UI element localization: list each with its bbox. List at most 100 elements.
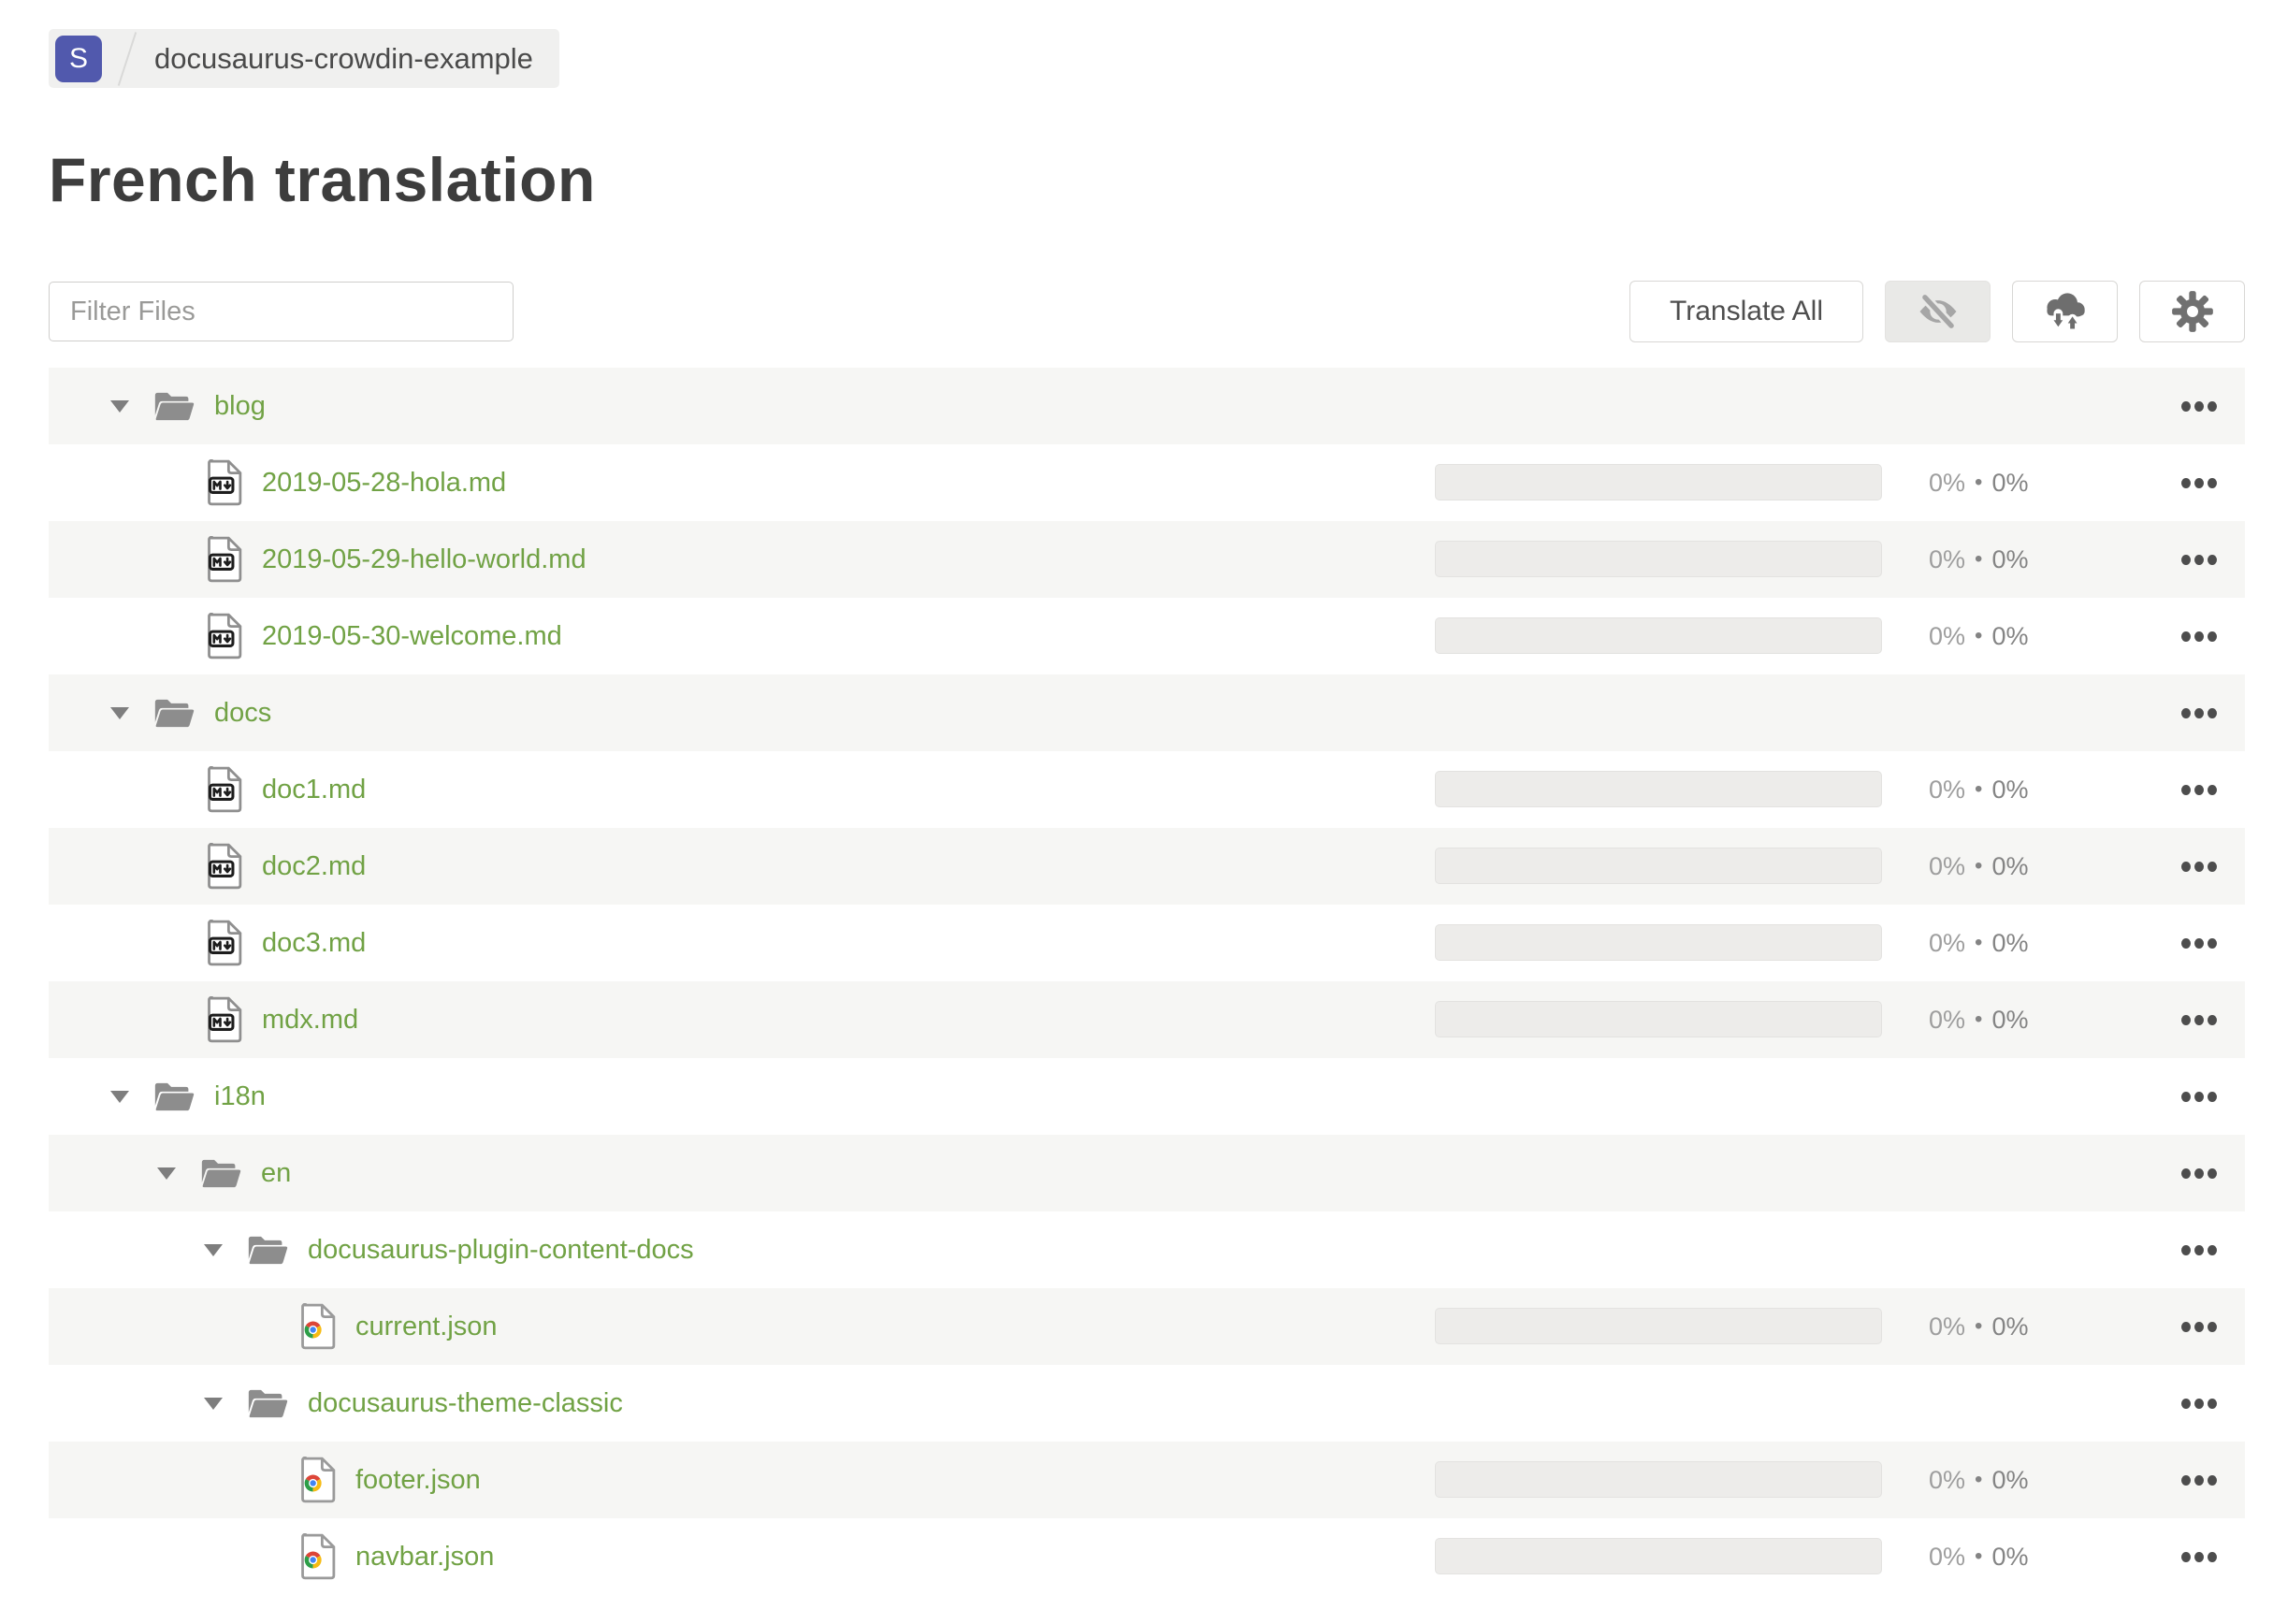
file-tree: blog 2019-05-28-hola.md 0% • 0% 2019-05-29-he…	[49, 368, 2245, 1595]
project-avatar-badge[interactable]: S	[55, 35, 102, 82]
dot	[2208, 1321, 2217, 1332]
row-actions-button[interactable]	[2181, 1365, 2217, 1442]
hide-completed-button[interactable]	[1885, 281, 1991, 342]
row-actions-button[interactable]	[2181, 598, 2217, 674]
file-row-name-group: mdx.md	[206, 981, 358, 1058]
dot	[2208, 1091, 2217, 1102]
dot	[2194, 937, 2204, 949]
row-actions-button[interactable]	[2181, 981, 2217, 1058]
folder-name-link[interactable]: docs	[214, 698, 271, 729]
dot	[2194, 1091, 2204, 1102]
translation-progress-bar	[1435, 848, 1882, 884]
progress-percentages: 0% • 0%	[1929, 1288, 2028, 1365]
json-file-icon	[299, 1533, 336, 1580]
dot	[2194, 1551, 2204, 1562]
row-actions-button[interactable]	[2181, 368, 2217, 444]
progress-percentages: 0% • 0%	[1929, 828, 2028, 905]
approved-percent: 0%	[1991, 1465, 2029, 1494]
progress-percentages: 0% • 0%	[1929, 598, 2028, 674]
folder-name-link[interactable]: docusaurus-plugin-content-docs	[308, 1235, 694, 1266]
expander-triangle-icon[interactable]	[157, 1167, 176, 1180]
tree-row: mdx.md 0% • 0%	[49, 981, 2245, 1058]
file-row-name-group: navbar.json	[299, 1518, 494, 1595]
ellipsis-icon	[2181, 400, 2217, 412]
folder-name-link[interactable]: i18n	[214, 1081, 266, 1112]
percent-separator: •	[1975, 1467, 1983, 1492]
markdown-file-icon	[206, 766, 242, 813]
breadcrumb-project-name[interactable]: docusaurus-crowdin-example	[154, 42, 533, 76]
folder-icon	[153, 696, 195, 731]
row-actions-button[interactable]	[2181, 1211, 2217, 1288]
progress-percentages: 0% • 0%	[1929, 1442, 2028, 1518]
file-name-link[interactable]: doc3.md	[262, 928, 366, 959]
file-name-link[interactable]: current.json	[355, 1312, 498, 1342]
file-row-name-group: current.json	[299, 1288, 498, 1365]
file-name-link[interactable]: 2019-05-30-welcome.md	[262, 621, 562, 652]
dot	[2208, 861, 2217, 872]
dot	[2208, 1167, 2217, 1179]
row-actions-button[interactable]	[2181, 674, 2217, 751]
dot	[2194, 1244, 2204, 1255]
translation-progress-bar	[1435, 541, 1882, 577]
page-title: French translation	[49, 145, 596, 214]
tree-row: i18n	[49, 1058, 2245, 1135]
translated-percent: 0%	[1929, 775, 1966, 804]
row-actions-button[interactable]	[2181, 828, 2217, 905]
markdown-file-icon	[206, 613, 242, 660]
file-name-link[interactable]: navbar.json	[355, 1542, 494, 1573]
file-name-link[interactable]: footer.json	[355, 1465, 481, 1496]
settings-button[interactable]	[2139, 281, 2245, 342]
row-actions-button[interactable]	[2181, 1135, 2217, 1211]
ellipsis-icon	[2181, 1551, 2217, 1562]
dot	[2181, 554, 2191, 565]
expander-triangle-icon[interactable]	[110, 1090, 129, 1103]
row-actions-button[interactable]	[2181, 521, 2217, 598]
row-actions-button[interactable]	[2181, 1058, 2217, 1135]
sync-files-button[interactable]	[2012, 281, 2118, 342]
translation-progress-bar	[1435, 1001, 1882, 1037]
file-name-link[interactable]: doc2.md	[262, 851, 366, 882]
row-actions-button[interactable]	[2181, 1518, 2217, 1595]
filter-files-input[interactable]	[49, 282, 514, 341]
toolbar: Translate All	[49, 281, 2245, 342]
dot	[2194, 1474, 2204, 1486]
file-row-name-group: doc3.md	[206, 905, 366, 981]
folder-icon	[153, 389, 195, 424]
file-name-link[interactable]: mdx.md	[262, 1005, 358, 1036]
row-actions-button[interactable]	[2181, 905, 2217, 981]
translated-percent: 0%	[1929, 1465, 1966, 1494]
markdown-file-icon	[206, 536, 242, 583]
folder-name-link[interactable]: en	[261, 1158, 291, 1189]
row-actions-button[interactable]	[2181, 1442, 2217, 1518]
tree-row: footer.json 0% • 0%	[49, 1442, 2245, 1518]
dot	[2181, 477, 2191, 488]
dot	[2208, 1474, 2217, 1486]
translated-percent: 0%	[1929, 621, 1966, 650]
json-file-icon	[299, 1457, 336, 1503]
file-name-link[interactable]: doc1.md	[262, 775, 366, 805]
expander-triangle-icon[interactable]	[204, 1243, 223, 1256]
expander-triangle-icon[interactable]	[110, 399, 129, 413]
folder-icon	[200, 1156, 241, 1191]
translate-all-button[interactable]: Translate All	[1629, 281, 1863, 342]
translated-percent: 0%	[1929, 468, 1966, 497]
tree-row: navbar.json 0% • 0%	[49, 1518, 2245, 1595]
row-actions-button[interactable]	[2181, 444, 2217, 521]
percent-separator: •	[1975, 853, 1983, 878]
translated-percent: 0%	[1929, 1005, 1966, 1034]
row-actions-button[interactable]	[2181, 751, 2217, 828]
file-name-link[interactable]: 2019-05-28-hola.md	[262, 468, 506, 499]
folder-row-name-group: en	[157, 1135, 291, 1211]
row-actions-button[interactable]	[2181, 1288, 2217, 1365]
dot	[2181, 1551, 2191, 1562]
ellipsis-icon	[2181, 477, 2217, 488]
expander-triangle-icon[interactable]	[110, 706, 129, 719]
markdown-file-icon	[206, 920, 242, 966]
folder-name-link[interactable]: blog	[214, 391, 266, 422]
dot	[2194, 477, 2204, 488]
folder-name-link[interactable]: docusaurus-theme-classic	[308, 1388, 623, 1419]
expander-triangle-icon[interactable]	[204, 1397, 223, 1410]
file-name-link[interactable]: 2019-05-29-hello-world.md	[262, 544, 586, 575]
dot	[2194, 400, 2204, 412]
dot	[2194, 554, 2204, 565]
